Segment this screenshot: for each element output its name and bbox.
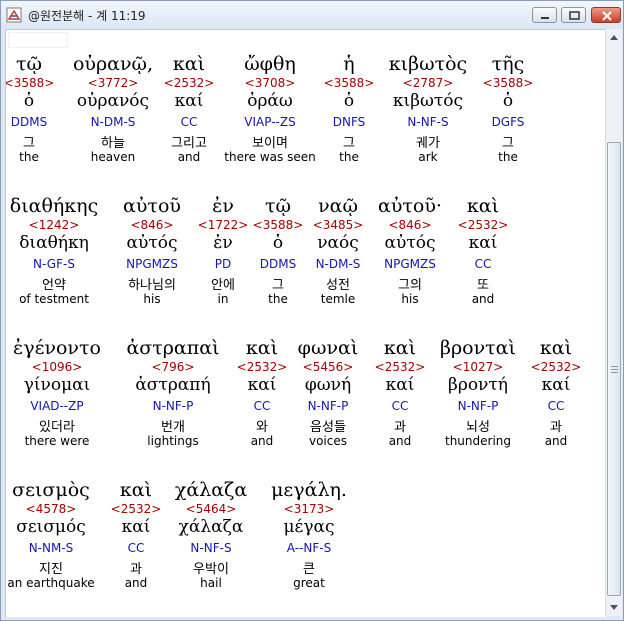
greek-word: ἐγένοντο: [13, 337, 101, 359]
word-block[interactable]: καὶ <2532> καί CC 과 and: [496, 337, 606, 452]
title-bar: @원전분해 - 계 11:19: [1, 1, 623, 29]
word-block[interactable]: τῆς <3588> ὁ DGFS 그 the: [448, 53, 568, 168]
word-block[interactable]: καὶ <2532> καί CC 또 and: [423, 195, 543, 310]
strong-number: <2532>: [530, 360, 582, 374]
strong-number: <3173>: [283, 502, 335, 516]
close-icon: [602, 11, 612, 21]
maximize-icon: [569, 11, 580, 20]
word-block[interactable]: μεγάλη. <3173> μέγας A--NF-S 큰 great: [249, 479, 369, 594]
word-block[interactable]: ἐγένοντο <1096> γίνομαι VIAD--ZP 있더라 there we…: [6, 337, 117, 452]
strong-number: <3588>: [482, 76, 534, 90]
greek-word: καὶ: [466, 195, 500, 217]
app-book-icon: [6, 7, 22, 23]
minimize-button[interactable]: [532, 7, 557, 23]
lemma: καί: [541, 375, 571, 395]
korean-gloss: 있더라: [39, 420, 75, 435]
strong-number: <1096>: [31, 360, 83, 374]
parse-code: VIAD--ZP: [30, 399, 84, 413]
window-title: @원전분해 - 계 11:19: [28, 9, 146, 23]
parse-code: CC: [474, 257, 492, 271]
korean-gloss: 과: [550, 420, 562, 435]
scroll-up-icon[interactable]: [606, 29, 622, 46]
scroll-thumb[interactable]: [607, 142, 621, 596]
greek-word: καὶ: [539, 337, 573, 359]
strong-number: <2532>: [457, 218, 509, 232]
english-gloss: and: [471, 292, 495, 306]
greek-word: μεγάλη.: [271, 479, 347, 501]
english-gloss: the: [498, 150, 518, 164]
korean-gloss: 또: [477, 278, 489, 293]
selection-strip: [8, 32, 68, 48]
app-window: @원전분해 - 계 11:19 τῷ <3588> ὁ DDMS 그 the οὐρανῷ,…: [0, 0, 624, 621]
korean-gloss: 그: [502, 136, 514, 151]
scroll-down-icon[interactable]: [606, 599, 622, 616]
lemma: γίνομαι: [23, 375, 91, 395]
greek-word: τῆς: [491, 53, 525, 75]
korean-gloss: 큰: [303, 562, 315, 577]
english-gloss: great: [293, 576, 325, 590]
interlinear-view[interactable]: τῷ <3588> ὁ DDMS 그 the οὐρανῷ, <3772> οὐρανός N-D…: [5, 29, 606, 617]
close-button[interactable]: [591, 7, 621, 23]
parse-code: DGFS: [491, 115, 525, 129]
english-gloss: and: [544, 434, 568, 448]
minimize-icon: [541, 17, 549, 19]
lemma: μέγας: [283, 517, 335, 537]
lemma: ὁ: [502, 91, 514, 111]
english-gloss: there were: [24, 434, 90, 448]
parse-code: CC: [547, 399, 565, 413]
vertical-scrollbar[interactable]: [605, 29, 622, 616]
lemma: καί: [468, 233, 498, 253]
maximize-button[interactable]: [561, 7, 586, 23]
parse-code: A--NF-S: [286, 541, 332, 555]
